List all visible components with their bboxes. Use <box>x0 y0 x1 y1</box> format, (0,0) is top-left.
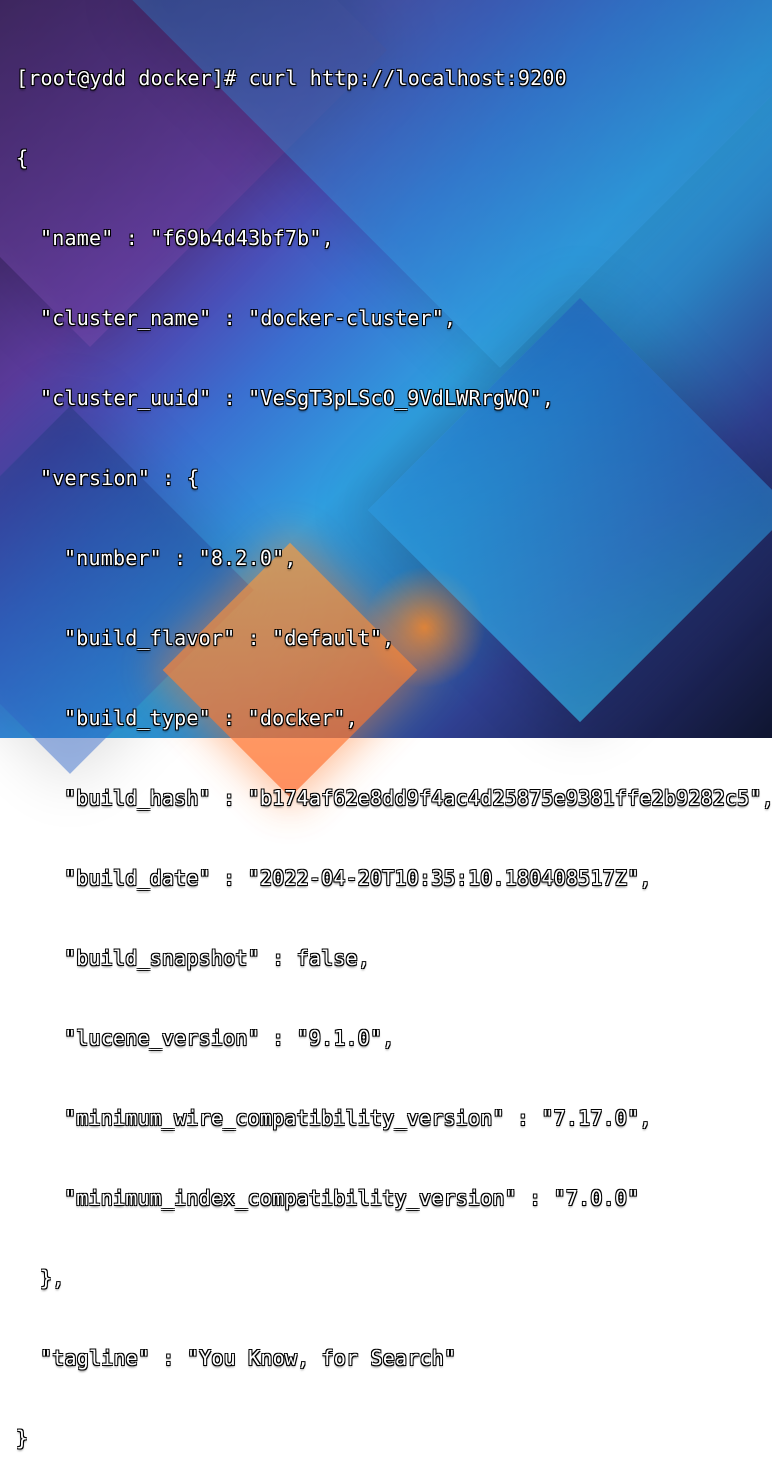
json-key: "name" <box>40 226 113 250</box>
json-line: "build_date" : "2022-04-20T10:35:10.1804… <box>16 858 756 898</box>
json-line: "build_type" : "docker", <box>16 698 756 738</box>
json-value: "docker" <box>248 706 346 730</box>
json-line: }, <box>16 1258 756 1298</box>
json-key: "lucene_version" <box>64 1026 260 1050</box>
json-key: "minimum_index_compatibility_version" <box>64 1186 517 1210</box>
json-key: "cluster_name" <box>40 306 211 330</box>
json-sep: : <box>517 1186 554 1210</box>
json-value: "docker-cluster" <box>248 306 444 330</box>
json-sep: : <box>162 546 199 570</box>
comma: , <box>639 866 651 890</box>
comma: , <box>444 306 456 330</box>
json-sep: : <box>235 626 272 650</box>
comma: , <box>322 226 334 250</box>
json-key: "build_hash" <box>64 786 211 810</box>
json-value: "VeSgT3pLScO_9VdLWRrgWQ" <box>248 386 542 410</box>
json-line: "cluster_uuid" : "VeSgT3pLScO_9VdLWRrgWQ… <box>16 378 756 418</box>
json-line: "number" : "8.2.0", <box>16 538 756 578</box>
json-sep: : <box>211 706 248 730</box>
json-key: "minimum_wire_compatibility_version" <box>64 1106 505 1130</box>
json-line: "version" : { <box>16 458 756 498</box>
brace-close: } <box>16 1426 28 1450</box>
json-value: "f69b4d43bf7b" <box>150 226 321 250</box>
json-value: "You Know, for Search" <box>187 1346 456 1370</box>
brace-open: { <box>16 146 28 170</box>
json-line: "minimum_wire_compatibility_version" : "… <box>16 1098 756 1138</box>
json-value: "8.2.0" <box>199 546 285 570</box>
json-value: "default" <box>272 626 382 650</box>
comma: , <box>639 1106 651 1130</box>
json-sep: : <box>260 1026 297 1050</box>
json-sep: : <box>150 1346 187 1370</box>
json-line: "tagline" : "You Know, for Search" <box>16 1338 756 1378</box>
json-line: "cluster_name" : "docker-cluster", <box>16 298 756 338</box>
json-key: "tagline" <box>40 1346 150 1370</box>
prompt-line: [root@ydd docker]# curl http://localhost… <box>16 58 756 98</box>
json-key: "build_flavor" <box>64 626 235 650</box>
json-line: "build_hash" : "b174af62e8dd9f4ac4d25875… <box>16 778 756 818</box>
json-line: "name" : "f69b4d43bf7b", <box>16 218 756 258</box>
json-value: "9.1.0" <box>297 1026 383 1050</box>
comma: , <box>284 546 296 570</box>
comma: , <box>346 706 358 730</box>
brace-close: }, <box>40 1266 64 1290</box>
json-value: false <box>297 946 358 970</box>
comma: , <box>542 386 554 410</box>
json-sep: : <box>211 306 248 330</box>
brace-open: : { <box>150 466 199 490</box>
shell-prompt: [root@ydd docker]# <box>16 66 249 90</box>
json-key: "version" <box>40 466 150 490</box>
json-line: "lucene_version" : "9.1.0", <box>16 1018 756 1058</box>
json-line: { <box>16 138 756 178</box>
json-key: "build_type" <box>64 706 211 730</box>
json-line: } <box>16 1418 756 1458</box>
json-sep: : <box>505 1106 542 1130</box>
terminal-output: [root@ydd docker]# curl http://localhost… <box>0 0 772 738</box>
json-line: "build_snapshot" : false, <box>16 938 756 978</box>
json-key: "number" <box>64 546 162 570</box>
json-value: "7.0.0" <box>554 1186 640 1210</box>
comma: , <box>382 1026 394 1050</box>
json-value: "7.17.0" <box>541 1106 639 1130</box>
json-key: "cluster_uuid" <box>40 386 211 410</box>
json-value: "2022-04-20T10:35:10.180408517Z" <box>248 866 640 890</box>
json-key: "build_snapshot" <box>64 946 260 970</box>
json-value: "b174af62e8dd9f4ac4d25875e9381ffe2b9282c… <box>248 786 762 810</box>
json-line: "build_flavor" : "default", <box>16 618 756 658</box>
json-sep: : <box>211 386 248 410</box>
json-sep: : <box>211 866 248 890</box>
comma: , <box>358 946 370 970</box>
json-line: "minimum_index_compatibility_version" : … <box>16 1178 756 1218</box>
comma: , <box>762 786 772 810</box>
shell-command: curl http://localhost:9200 <box>249 66 567 90</box>
json-sep: : <box>260 946 297 970</box>
comma: , <box>382 626 394 650</box>
json-key: "build_date" <box>64 866 211 890</box>
json-sep: : <box>211 786 248 810</box>
json-sep: : <box>113 226 150 250</box>
